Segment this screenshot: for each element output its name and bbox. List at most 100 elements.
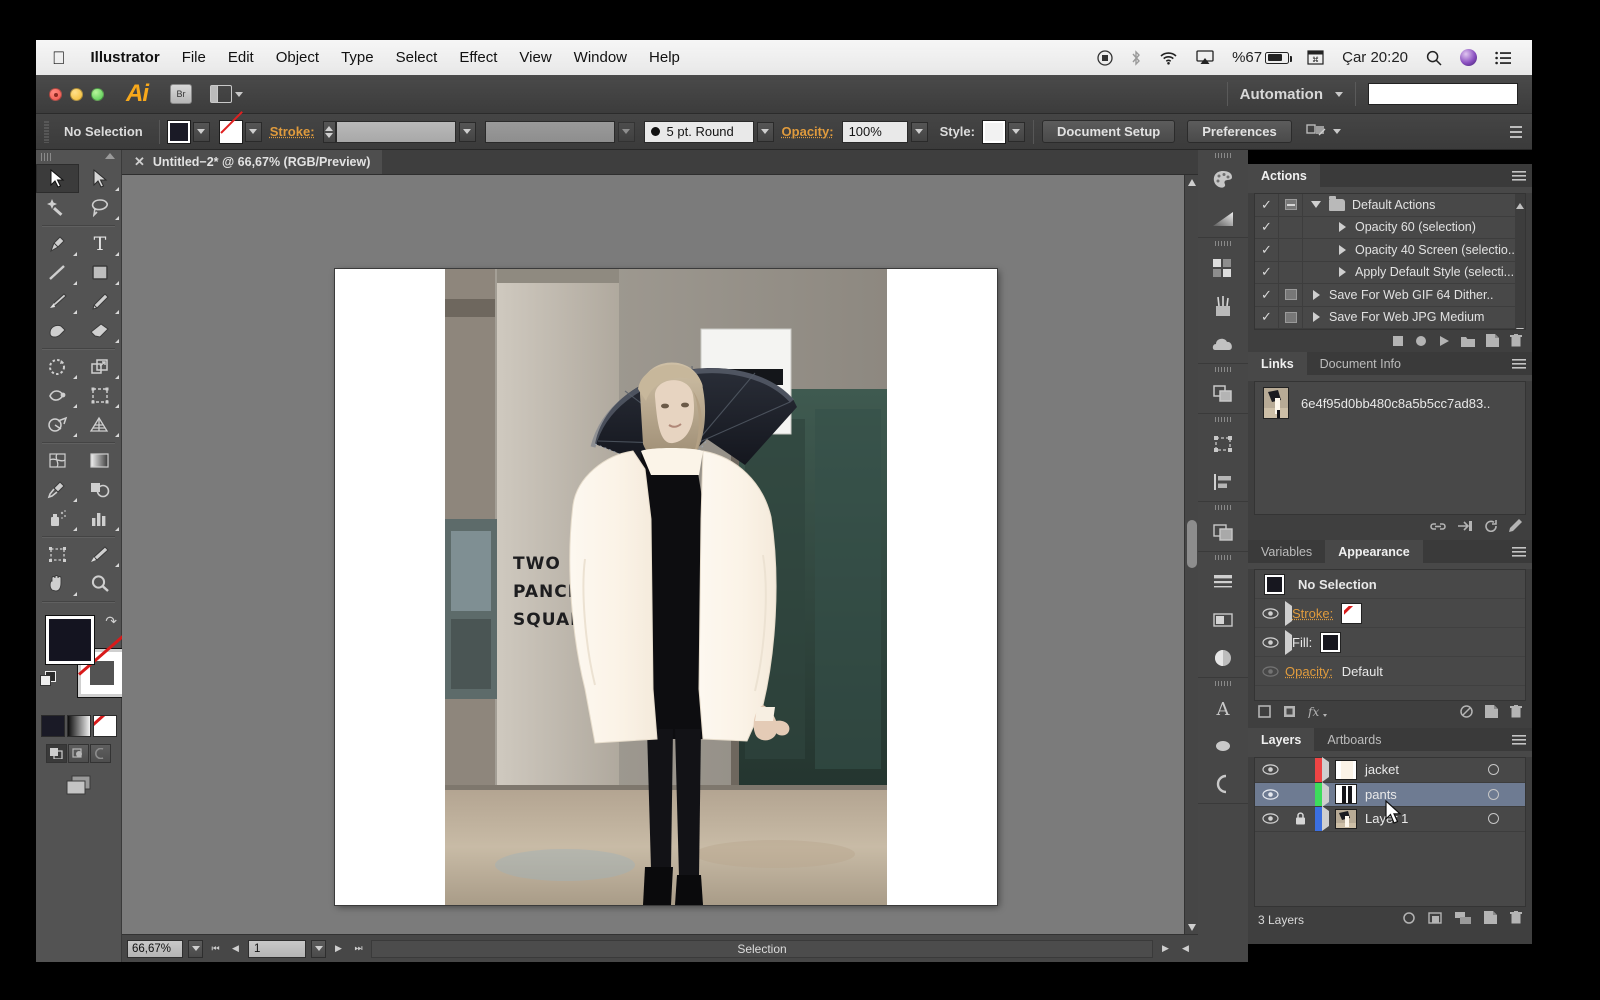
previous-artboard-icon[interactable]: ◀	[228, 940, 243, 958]
action-enabled-checkbox[interactable]: ✓	[1255, 239, 1279, 261]
play-selection-icon[interactable]	[1438, 334, 1450, 352]
apple-menu-icon[interactable]: 	[52, 49, 66, 67]
rotate-tool[interactable]	[36, 352, 79, 381]
action-enabled-checkbox[interactable]: ✓	[1255, 307, 1279, 329]
expand-toggle[interactable]	[1285, 635, 1292, 650]
none-fill-icon[interactable]	[93, 715, 117, 737]
glyphs-panel-icon[interactable]	[1198, 765, 1248, 803]
stroke-label[interactable]: Stroke:	[262, 124, 323, 139]
layer-target-indicator[interactable]	[1488, 764, 1499, 775]
go-to-link-icon[interactable]	[1457, 519, 1473, 537]
symbol-sprayer-tool[interactable]	[36, 504, 79, 533]
pen-tool[interactable]	[36, 229, 79, 258]
action-dialog-toggle[interactable]	[1279, 239, 1303, 261]
workspace-switcher[interactable]: Automation	[1240, 86, 1323, 103]
action-dialog-toggle[interactable]	[1279, 217, 1303, 239]
fill-swatch[interactable]	[46, 616, 94, 664]
graphic-style-dropdown[interactable]	[1008, 122, 1025, 142]
zoom-window-button[interactable]	[91, 88, 104, 101]
width-tool[interactable]	[36, 381, 79, 410]
relink-icon[interactable]	[1430, 519, 1446, 537]
stroke-weight-dropdown[interactable]	[459, 122, 476, 142]
preferences-button[interactable]: Preferences	[1187, 120, 1291, 143]
panel-menu-icon[interactable]	[1512, 540, 1532, 563]
layer-name[interactable]: pants	[1365, 787, 1397, 802]
first-artboard-icon[interactable]: ⏮	[208, 940, 223, 958]
layer-target-indicator[interactable]	[1488, 813, 1499, 824]
blend-tool[interactable]	[79, 475, 122, 504]
menu-item-type[interactable]: Type	[330, 49, 385, 66]
visibility-eye-icon[interactable]	[1255, 608, 1285, 619]
type-tool[interactable]: T	[79, 229, 122, 258]
battery-status[interactable]: %67	[1223, 49, 1298, 66]
add-new-stroke-icon[interactable]	[1258, 705, 1271, 723]
selection-tool[interactable]	[36, 164, 79, 193]
transparency-panel-icon[interactable]	[1198, 513, 1248, 551]
character-panel-icon[interactable]: A	[1198, 689, 1248, 727]
graphic-style-swatch[interactable]	[983, 121, 1005, 143]
pencil-tool[interactable]	[79, 287, 122, 316]
layer-row-pants[interactable]: pants	[1255, 783, 1525, 808]
create-new-action-icon[interactable]	[1486, 334, 1499, 352]
create-new-layer-icon[interactable]	[1484, 911, 1497, 929]
zoom-level-dropdown[interactable]	[188, 940, 203, 958]
layer-visibility-icon[interactable]	[1255, 813, 1285, 824]
opacity-field[interactable]: 100%	[842, 121, 908, 143]
minimize-window-button[interactable]	[70, 88, 83, 101]
status-text[interactable]: Selection	[371, 940, 1153, 958]
stroke-swatch[interactable]	[1342, 604, 1361, 623]
stroke-profile-dropdown[interactable]	[618, 122, 635, 142]
expand-toggle[interactable]	[1303, 201, 1329, 208]
actions-list[interactable]: ✓ Default Actions ✓ Opacity 60 (selectio…	[1254, 193, 1526, 330]
document-setup-button[interactable]: Document Setup	[1042, 120, 1175, 143]
menu-item-window[interactable]: Window	[563, 49, 638, 66]
default-fill-stroke-icon[interactable]	[40, 671, 56, 687]
close-window-button[interactable]	[49, 88, 62, 101]
panel-menu-icon[interactable]	[1512, 728, 1532, 751]
brush-definition-field[interactable]: 5 pt. Round	[644, 121, 754, 143]
control-bar-grip[interactable]	[42, 121, 50, 143]
slice-tool[interactable]	[79, 540, 122, 569]
bluetooth-icon[interactable]	[1122, 50, 1150, 66]
arrange-documents-button[interactable]	[210, 85, 243, 103]
opacity-label[interactable]: Opacity:	[1285, 664, 1333, 679]
opacity-label[interactable]: Opacity:	[774, 124, 842, 139]
gradient-panel-icon[interactable]	[1198, 199, 1248, 237]
graphic-styles-panel-icon[interactable]	[1198, 639, 1248, 677]
visibility-eye-icon[interactable]	[1255, 666, 1285, 677]
expand-toggle[interactable]	[1322, 787, 1329, 802]
dock-grip[interactable]	[1198, 552, 1248, 563]
draw-inside-icon[interactable]	[90, 744, 111, 763]
close-tab-icon[interactable]: ✕	[134, 154, 145, 170]
mesh-tool[interactable]	[36, 446, 79, 475]
brush-definition-dropdown[interactable]	[757, 122, 774, 142]
last-artboard-icon[interactable]: ⏭	[351, 940, 366, 958]
menubar-clock[interactable]: Çar 20:20	[1333, 49, 1417, 66]
document-tab[interactable]: ✕ Untitled−2* @ 66,67% (RGB/Preview)	[122, 150, 382, 174]
artboard-number-field[interactable]: 1	[248, 940, 306, 958]
make-clipping-mask-icon[interactable]	[1428, 911, 1442, 929]
wifi-icon[interactable]	[1150, 50, 1187, 65]
action-row[interactable]: ✓ Apply Default Style (selecti...	[1255, 262, 1525, 285]
menu-item-effect[interactable]: Effect	[448, 49, 508, 66]
action-row[interactable]: ✓ Opacity 60 (selection)	[1255, 217, 1525, 240]
record-icon[interactable]	[1088, 50, 1122, 66]
go-to-bridge-button[interactable]: Br	[170, 84, 192, 104]
perspective-grid-tool[interactable]	[79, 410, 122, 439]
dock-grip[interactable]	[1198, 502, 1248, 513]
update-link-icon[interactable]	[1484, 519, 1498, 537]
notification-center-icon[interactable]	[1486, 51, 1520, 65]
appearance-opacity-row[interactable]: Opacity: Default	[1255, 657, 1525, 686]
transform-panel-icon[interactable]	[1198, 425, 1248, 463]
keyboard-input-icon[interactable]: ⌘	[1298, 50, 1333, 65]
menu-item-illustrator[interactable]: Illustrator	[80, 49, 171, 66]
layer-row-jacket[interactable]: jacket	[1255, 758, 1525, 783]
stroke-label[interactable]: Stroke:	[1292, 606, 1333, 621]
rectangle-tool[interactable]	[79, 258, 122, 287]
pathfinder-panel-icon[interactable]	[1198, 375, 1248, 413]
dock-grip[interactable]	[1198, 238, 1248, 249]
stroke-weight-stepper[interactable]	[323, 121, 336, 143]
visibility-eye-icon[interactable]	[1255, 637, 1285, 648]
appearance-fill-row[interactable]: Fill:	[1255, 628, 1525, 657]
dock-grip[interactable]	[1198, 364, 1248, 375]
